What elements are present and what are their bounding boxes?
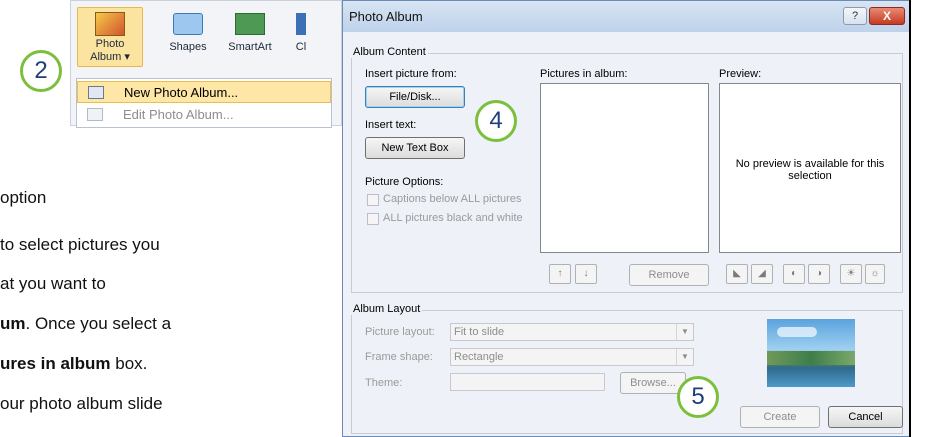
photo-album-dialog: Photo Album ? X Album Content Insert pic… bbox=[342, 0, 910, 437]
shapes-button[interactable]: Shapes bbox=[159, 7, 217, 67]
chevron-down-icon: ▾ bbox=[124, 51, 130, 63]
theme-field[interactable] bbox=[450, 373, 605, 391]
brightness-up-icon[interactable]: ☀ bbox=[840, 264, 862, 284]
captions-checkbox[interactable] bbox=[367, 194, 379, 206]
step-2-callout: 2 bbox=[20, 50, 62, 92]
picture-options-label: Picture Options: bbox=[365, 176, 444, 188]
album-content-label: Album Content bbox=[351, 46, 428, 58]
picture-layout-label: Picture layout: bbox=[365, 326, 435, 338]
chevron-down-icon: ▼ bbox=[676, 324, 693, 340]
pictures-in-album-label: Pictures in album: bbox=[540, 68, 628, 80]
move-up-button[interactable]: ↑ bbox=[549, 264, 571, 284]
photo-album-menu: New Photo Album... Edit Photo Album... bbox=[76, 78, 332, 128]
insert-picture-from-label: Insert picture from: bbox=[365, 68, 457, 80]
body-line-2: to select pictures you bbox=[0, 235, 160, 254]
pictures-in-album-list[interactable] bbox=[540, 83, 709, 253]
menu-item-label: Edit Photo Album... bbox=[123, 107, 234, 122]
smartart-button[interactable]: SmartArt bbox=[221, 7, 279, 67]
remove-button[interactable]: Remove bbox=[629, 264, 709, 286]
new-album-icon bbox=[88, 86, 104, 99]
rotate-right-icon[interactable]: ◢ bbox=[751, 264, 773, 284]
contrast-down-icon[interactable]: ◑ bbox=[808, 264, 830, 284]
chart-button-clipped[interactable]: Cl bbox=[286, 7, 316, 67]
close-button[interactable]: X bbox=[869, 7, 905, 25]
preview-message: No preview is available for this selecti… bbox=[735, 158, 885, 182]
frame-shape-label: Frame shape: bbox=[365, 351, 433, 363]
body-line-4: um. Once you select a bbox=[0, 314, 171, 334]
menu-item-edit-photo-album[interactable]: Edit Photo Album... bbox=[77, 104, 331, 126]
chart-label: Cl bbox=[295, 41, 307, 53]
photo-album-label-2: Album bbox=[90, 51, 122, 63]
chart-icon bbox=[296, 13, 306, 35]
photo-album-label: Photo bbox=[95, 38, 125, 50]
picture-layout-select[interactable]: Fit to slide ▼ bbox=[450, 323, 694, 341]
picture-layout-value: Fit to slide bbox=[454, 326, 505, 338]
create-button[interactable]: Create bbox=[740, 406, 820, 428]
new-text-box-button[interactable]: New Text Box bbox=[365, 137, 465, 159]
body-line-3: at you want to bbox=[0, 274, 106, 293]
album-layout-label: Album Layout bbox=[351, 303, 423, 315]
body-line-5: ures in album box. bbox=[0, 354, 147, 374]
dialog-title: Photo Album bbox=[349, 9, 423, 24]
black-white-checkbox[interactable] bbox=[367, 213, 379, 225]
chevron-down-icon: ▼ bbox=[676, 349, 693, 365]
body-line-1: option bbox=[0, 188, 47, 207]
theme-label: Theme: bbox=[365, 377, 403, 389]
brightness-down-icon[interactable]: ☼ bbox=[865, 264, 885, 284]
body-line-6: our photo album slide bbox=[0, 394, 163, 413]
edit-album-icon bbox=[87, 108, 103, 121]
smartart-label: SmartArt bbox=[228, 41, 272, 53]
preview-label: Preview: bbox=[719, 68, 762, 80]
body-line-5-rest: box. bbox=[110, 354, 148, 373]
dialog-titlebar: Photo Album ? X bbox=[343, 1, 909, 32]
frame-shape-value: Rectangle bbox=[454, 351, 504, 363]
body-line-5-bold: ures in album bbox=[0, 354, 111, 373]
menu-item-label: New Photo Album... bbox=[124, 85, 239, 100]
browse-button[interactable]: Browse... bbox=[620, 372, 686, 394]
contrast-up-icon[interactable]: ◐ bbox=[783, 264, 805, 284]
body-line-4-bold: um bbox=[0, 314, 26, 333]
cancel-button[interactable]: Cancel bbox=[828, 406, 903, 428]
preview-pane: No preview is available for this selecti… bbox=[719, 83, 901, 253]
step-4-callout: 4 bbox=[475, 100, 517, 142]
step-5-callout: 5 bbox=[677, 376, 719, 418]
captions-checkbox-label: Captions below ALL pictures bbox=[383, 193, 522, 205]
smartart-icon bbox=[235, 13, 265, 35]
layout-preview-image bbox=[767, 319, 855, 387]
rotate-left-icon[interactable]: ◣ bbox=[726, 264, 748, 284]
photo-album-button[interactable]: Photo Album ▾ bbox=[77, 7, 143, 67]
file-disk-button[interactable]: File/Disk... bbox=[365, 86, 465, 108]
move-down-button[interactable]: ↓ bbox=[575, 264, 597, 284]
frame-shape-select[interactable]: Rectangle ▼ bbox=[450, 348, 694, 366]
black-white-checkbox-label: ALL pictures black and white bbox=[383, 212, 523, 224]
shapes-label: Shapes bbox=[169, 41, 207, 53]
menu-item-new-photo-album[interactable]: New Photo Album... bbox=[77, 81, 331, 103]
body-line-4-rest: . Once you select a bbox=[25, 314, 172, 333]
divider-line bbox=[909, 0, 911, 437]
shapes-icon bbox=[173, 13, 203, 35]
help-button[interactable]: ? bbox=[843, 7, 867, 25]
insert-text-label: Insert text: bbox=[365, 119, 417, 131]
photo-album-icon bbox=[95, 12, 125, 36]
